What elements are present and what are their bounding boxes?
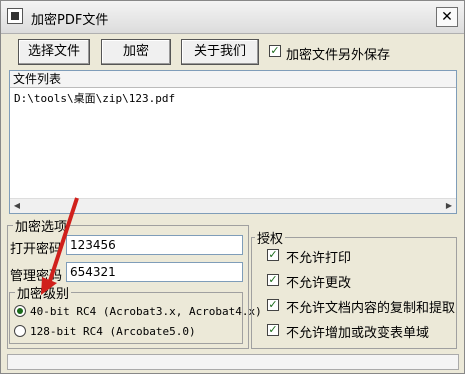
annotation-arrow-icon [41,197,79,295]
app-window: 加密PDF文件 ✕ 选择文件 加密 关于我们 ✓ 加密文件另外保存 文件列表 D… [0,0,465,374]
